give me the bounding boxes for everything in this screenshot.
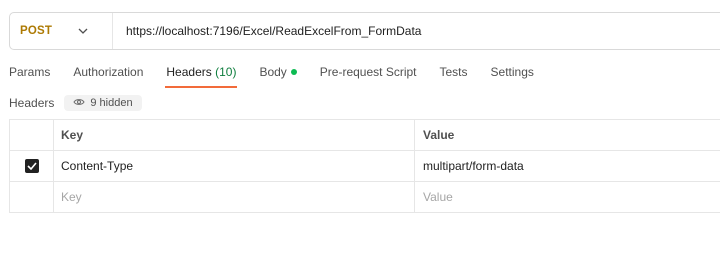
check-icon [26, 162, 37, 170]
request-tabs: Params Authorization Headers (10) Body P… [9, 65, 557, 88]
chevron-down-icon [78, 28, 88, 34]
tab-pre-request-script[interactable]: Pre-request Script [320, 65, 417, 87]
headers-count: (10) [215, 65, 237, 79]
tab-label: Body [259, 65, 287, 79]
tab-headers[interactable]: Headers (10) [165, 65, 238, 88]
table-header-row: Key Value [10, 120, 720, 151]
new-value-input[interactable]: Value [415, 182, 720, 212]
tab-params[interactable]: Params [9, 65, 50, 87]
tab-label: Authorization [73, 65, 144, 79]
eye-icon [73, 97, 85, 109]
method-select[interactable]: POST [10, 13, 113, 49]
tab-label: Params [9, 65, 51, 79]
tab-settings[interactable]: Settings [491, 65, 534, 87]
row-check-cell [10, 151, 54, 181]
column-header-key: Key [54, 120, 415, 150]
column-header-value: Value [423, 128, 455, 142]
hidden-headers-toggle[interactable]: 9 hidden [64, 95, 142, 111]
tab-label: Pre-request Script [319, 65, 417, 79]
tab-label: Headers [166, 65, 212, 79]
tab-label: Settings [490, 65, 534, 79]
body-status-dot [290, 68, 297, 75]
tab-label: Tests [439, 65, 468, 79]
tab-body[interactable]: Body [259, 65, 297, 87]
method-label: POST [20, 25, 53, 37]
tab-authorization[interactable]: Authorization [73, 65, 143, 87]
table-row: Content-Type multipart/form-data [10, 151, 720, 182]
new-key-input[interactable]: Key [54, 182, 415, 212]
header-check-cell [10, 120, 54, 150]
row-checkbox[interactable] [24, 159, 39, 173]
table-row-empty: Key Value [10, 182, 720, 213]
tab-tests[interactable]: Tests [440, 65, 468, 87]
row-check-cell [10, 182, 54, 212]
headers-title: Headers [9, 96, 55, 110]
header-value-cell[interactable]: multipart/form-data [415, 151, 720, 181]
request-url-bar: POST https://localhost:7196/Excel/ReadEx… [9, 12, 720, 50]
headers-section-header: Headers 9 hidden [9, 95, 142, 111]
hidden-count-label: 9 hidden [90, 97, 133, 109]
url-input[interactable]: https://localhost:7196/Excel/ReadExcelFr… [113, 24, 421, 38]
header-key-cell[interactable]: Content-Type [54, 151, 415, 181]
headers-table: Key Value Content-Type multipart/form-da… [9, 119, 720, 213]
